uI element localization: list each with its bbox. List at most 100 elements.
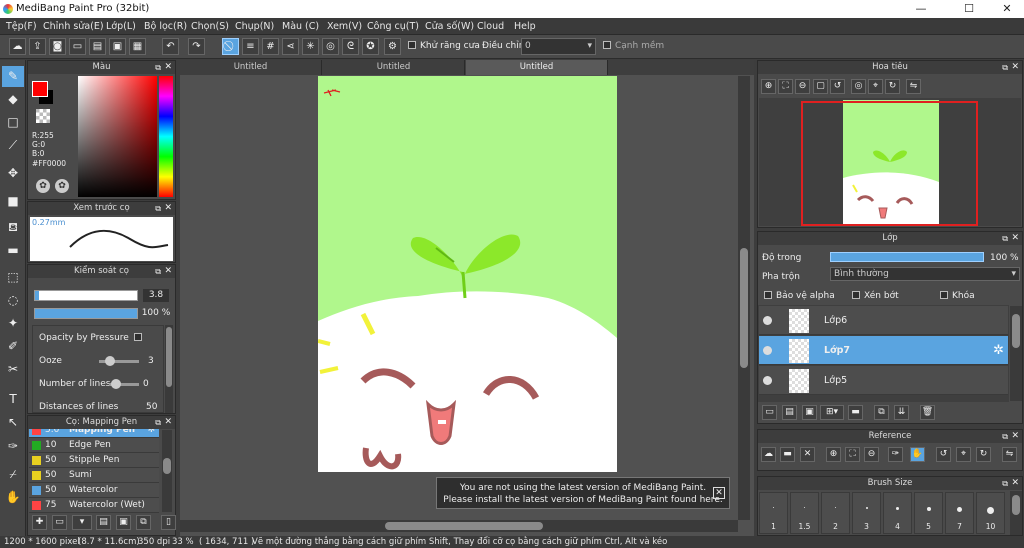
rotate-left-icon[interactable]: ↺ (936, 447, 951, 462)
canvas-vertical-scrollbar[interactable] (738, 76, 750, 520)
delete-layer-icon[interactable]: 🗑 (920, 405, 935, 420)
opacity-pressure-checkbox[interactable] (133, 333, 142, 341)
lasso-tool-icon[interactable]: ◌ (2, 290, 24, 311)
layer-item-lop5[interactable]: Lớp5 (759, 366, 1008, 395)
undo-icon[interactable]: ↶ (162, 38, 179, 55)
zoom-in-icon[interactable]: ⊕ (826, 447, 841, 462)
add-layer-menu-icon[interactable]: ⊞▾ (820, 405, 844, 420)
primary-color-swatch[interactable] (32, 81, 48, 97)
close-icon[interactable]: ✕ (800, 447, 815, 462)
canvas-horizontal-scrollbar[interactable] (180, 520, 738, 532)
brush-size-option[interactable]: 10 (976, 492, 1005, 534)
merge-layer-icon[interactable]: ⇊ (894, 405, 909, 420)
brush-size-option[interactable]: 3 (852, 492, 881, 534)
snap-off-icon[interactable]: ⃠ (222, 38, 239, 55)
brush-item-sumi[interactable]: 50 Sumi (29, 468, 159, 483)
cloud-icon[interactable]: ☁ (9, 38, 26, 55)
brush-options-scrollbar[interactable] (165, 325, 173, 413)
correction-select[interactable]: 0 ▾ (521, 38, 596, 55)
bucket-tool-icon[interactable]: ⛾ (2, 217, 24, 238)
menu-select[interactable]: Chọn(S) (191, 21, 229, 32)
snap-parallel-icon[interactable]: ≡ (242, 38, 259, 55)
open-folder-icon[interactable]: ▬ (780, 447, 795, 462)
float-icon[interactable]: ⧉ (1002, 477, 1008, 490)
brush-size-option[interactable]: 2 (821, 492, 850, 534)
cloud-icon[interactable]: ☁ (761, 447, 776, 462)
move-tool-icon[interactable]: ✥ (2, 163, 24, 184)
eye-icon[interactable] (763, 376, 772, 385)
tab-untitled-2[interactable]: Untitled (323, 60, 465, 75)
menu-color[interactable]: Màu (C) (282, 21, 319, 32)
duplicate-layer-icon[interactable]: ⧉ (874, 405, 889, 420)
rotate-right-icon[interactable]: ↻ (885, 79, 900, 94)
reset-rotation-icon[interactable]: ◎ (851, 79, 866, 94)
float-icon[interactable]: ⧉ (155, 416, 161, 429)
comment-icon[interactable]: ◙ (49, 38, 66, 55)
snap-curve-icon[interactable]: ᘓ (342, 38, 359, 55)
rotate-left-icon[interactable]: ↺ (830, 79, 845, 94)
fit-icon[interactable]: ⛶ (778, 79, 793, 94)
select-eraser-icon[interactable]: ✂ (2, 359, 24, 380)
magic-wand-icon[interactable]: ✦ (2, 313, 24, 334)
layer-opacity-slider[interactable] (830, 252, 984, 262)
gradient-tool-icon[interactable]: ▬ (2, 240, 24, 261)
operation-tool-icon[interactable]: ↖ (2, 412, 24, 433)
brush-list-scrollbar[interactable] (162, 430, 172, 512)
navigator-viewport-frame[interactable] (801, 101, 978, 226)
flip-icon[interactable]: ⇋ (906, 79, 921, 94)
brush-item-watercolor-wet[interactable]: 75 Watercolor (Wet) (29, 498, 159, 513)
menu-layer[interactable]: Lớp(L) (106, 21, 136, 32)
lines-slider[interactable] (109, 379, 139, 389)
menu-tools[interactable]: Công cụ(T) (367, 21, 419, 32)
layer-item-lop7[interactable]: Lớp7 ✲ (759, 336, 1008, 365)
antialias-checkbox[interactable] (408, 41, 416, 49)
saturation-value-picker[interactable] (78, 76, 157, 197)
float-icon[interactable]: ⧉ (1002, 430, 1008, 443)
eye-icon[interactable] (763, 346, 772, 355)
close-window-button[interactable]: ✕ (994, 1, 1020, 17)
hand-tool-icon[interactable]: ✋ (2, 487, 24, 508)
menu-view[interactable]: Xem(V) (327, 21, 362, 32)
eyedropper-icon[interactable]: ✑ (2, 436, 24, 457)
float-icon[interactable]: ⧉ (155, 265, 161, 278)
menu-edit[interactable]: Chỉnh sửa(E) (43, 21, 104, 32)
flip-icon[interactable]: ⇋ (1002, 447, 1017, 462)
layer-item-lop6[interactable]: Lớp6 (759, 306, 1008, 335)
text-tool-icon[interactable]: T (2, 389, 24, 410)
select-pen-icon[interactable]: ✐ (2, 336, 24, 357)
close-icon[interactable]: ✕ (713, 487, 725, 499)
zoom-in-icon[interactable]: ⊕ (761, 79, 776, 94)
page-icon[interactable]: ▭ (69, 38, 86, 55)
hue-slider[interactable] (159, 76, 173, 197)
snap-radial-icon[interactable]: ✳ (302, 38, 319, 55)
gear-icon[interactable]: ✲ (993, 343, 1004, 358)
zoom-out-icon[interactable]: ⊖ (795, 79, 810, 94)
brush-size-option[interactable]: 1 (759, 492, 788, 534)
document-icon[interactable]: ▤ (89, 38, 106, 55)
tab-untitled-1[interactable]: Untitled (180, 60, 322, 75)
hand-icon[interactable]: ✋ (910, 447, 925, 462)
eraser-tool-icon[interactable]: ◆ (2, 89, 24, 110)
menu-cloud[interactable]: Cloud (477, 21, 504, 32)
brush-delete-icon[interactable]: ⧉ (136, 515, 151, 530)
minimize-button[interactable]: — (908, 1, 934, 17)
brush-size-value[interactable]: 3.8 (143, 289, 169, 302)
brush-item-watercolor[interactable]: 50 Watercolor (29, 483, 159, 498)
dot-tool-icon[interactable]: □ (2, 112, 24, 133)
menu-capture[interactable]: Chụp(N) (235, 21, 274, 32)
rotate-right-icon[interactable]: ↻ (976, 447, 991, 462)
brush-menu-icon[interactable]: ▾ (72, 515, 92, 530)
save-icon[interactable]: ▣ (109, 38, 126, 55)
close-icon[interactable]: ✕ (164, 265, 172, 278)
add-brush-icon[interactable]: ✚ (32, 515, 47, 530)
fill-shape-icon[interactable]: ■ (2, 191, 24, 212)
palette-icon[interactable]: ✿ (36, 179, 50, 193)
soft-edge-checkbox[interactable] (603, 41, 611, 49)
clipping-checkbox[interactable] (852, 291, 860, 299)
brush-opacity-slider[interactable] (34, 308, 138, 319)
float-icon[interactable]: ⧉ (155, 61, 161, 74)
layer-list-scrollbar[interactable] (1010, 306, 1022, 401)
tab-untitled-3[interactable]: Untitled (466, 60, 608, 75)
close-icon[interactable]: ✕ (164, 61, 172, 74)
ooze-slider[interactable] (99, 356, 139, 366)
